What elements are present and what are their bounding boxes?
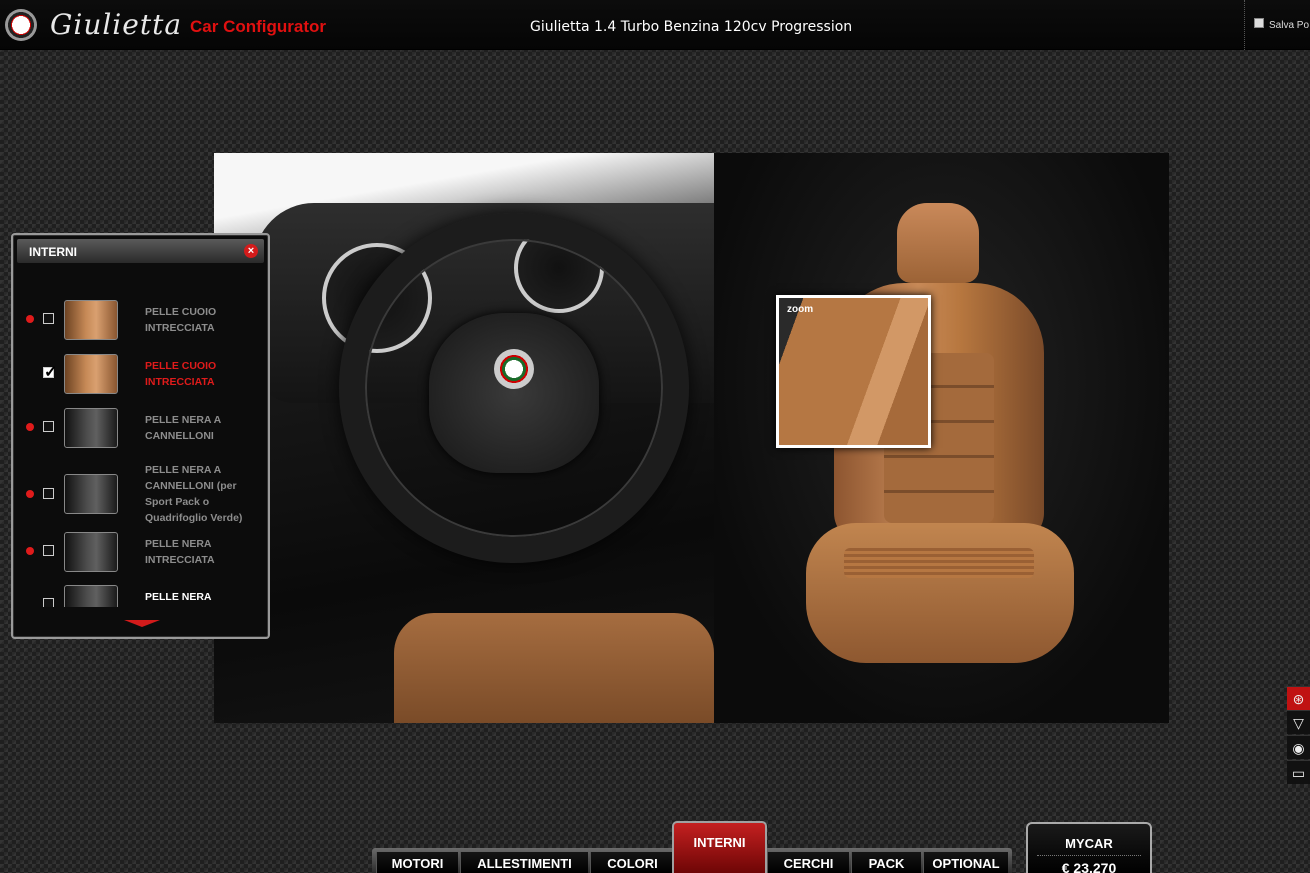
list-item[interactable]: PELLE NERA [13,583,268,607]
option-checkbox[interactable] [43,598,54,607]
scroll-down-icon[interactable] [124,620,160,627]
swatch-thumbnail[interactable] [64,408,118,448]
alfa-romeo-logo [5,9,37,41]
option-label: PELLE NERA A CANNELLONI [145,414,221,442]
zoom-window[interactable]: zoom [776,295,931,448]
fullscreen-icon[interactable]: ▭ [1287,760,1310,784]
tab-motori[interactable]: MOTORI [376,852,458,873]
steering-wheel-icon[interactable]: ⊛ [1287,686,1310,710]
option-checkbox[interactable] [43,488,54,499]
grille-icon[interactable]: ▽ [1287,710,1310,734]
cabin-image [214,153,714,723]
option-list: PELLE CUOIO INTRECCIATA PELLE CUOIO INTR… [13,285,268,607]
option-checkbox[interactable] [43,313,54,324]
option-label: PELLE NERA [145,591,212,603]
eye-icon[interactable]: ◉ [1287,735,1310,759]
model-title: Giulietta 1.4 Turbo Benzina 120cv Progre… [530,19,853,35]
mycar-price: € 23.270 [1061,860,1117,873]
option-label: PELLE NERA INTRECCIATA [145,538,215,566]
swatch-thumbnail[interactable] [64,474,118,514]
availability-dot [26,490,34,498]
option-label: PELLE CUOIO INTRECCIATA [145,306,217,334]
option-label: PELLE CUOIO INTRECCIATA [145,360,217,388]
panel-title: INTERNI [29,245,77,259]
availability-dot [26,423,34,431]
mycar-label: MYCAR [1065,836,1113,851]
tab-pack[interactable]: PACK [851,852,921,873]
availability-dot [26,315,34,323]
list-item[interactable]: PELLE NERA A CANNELLONI [13,406,268,452]
option-checkbox[interactable] [43,362,57,382]
wheel-logo-icon [494,349,534,389]
swatch-thumbnail[interactable] [64,532,118,572]
seat-headrest [897,203,979,283]
tab-interni[interactable]: INTERNI [672,821,767,873]
availability-dot [26,547,34,555]
brand-logo-text: Giulietta [50,8,183,41]
panel-header: INTERNI × [17,239,264,263]
tab-cerchi[interactable]: CERCHI [767,852,849,873]
top-bar: Giulietta Car Configurator Giulietta 1.4… [0,0,1310,50]
steering-hub [429,313,599,473]
configurator-title: Car Configurator [190,17,326,36]
save-label: Salva Po [1269,20,1310,31]
list-item[interactable]: PELLE CUOIO INTRECCIATA [13,298,268,344]
zoom-label: zoom [787,304,814,315]
tab-optional[interactable]: OPTIONAL [923,852,1008,873]
mycar-summary[interactable]: MYCAR € 23.270 [1026,822,1152,873]
seat-cushion [806,523,1074,663]
list-item[interactable]: PELLE NERA INTRECCIATA [13,530,268,576]
car-preview [214,153,1169,723]
swatch-thumbnail[interactable] [64,354,118,394]
option-checkbox[interactable] [43,421,54,432]
swatch-thumbnail[interactable] [64,300,118,340]
seat-cushion-band [844,548,1034,578]
front-seat-cushion [394,613,714,723]
tab-colori[interactable]: COLORI [590,852,674,873]
floppy-disk-icon [1254,18,1264,28]
list-item[interactable]: PELLE CUOIO INTRECCIATA [13,352,268,398]
save-button[interactable]: Salva Po [1244,0,1310,50]
mycar-divider [1037,855,1141,856]
swatch-thumbnail[interactable] [64,585,118,607]
list-item[interactable]: PELLE NERA A CANNELLONI (per Sport Pack … [13,464,268,530]
option-checkbox[interactable] [43,545,54,556]
close-icon[interactable]: × [244,244,258,258]
interni-panel: INTERNI × PELLE CUOIO INTRECCIATA PELLE … [11,233,270,639]
option-label: PELLE NERA A CANNELLONI (per Sport Pack … [145,464,243,524]
tab-allestimenti[interactable]: ALLESTIMENTI [460,852,588,873]
